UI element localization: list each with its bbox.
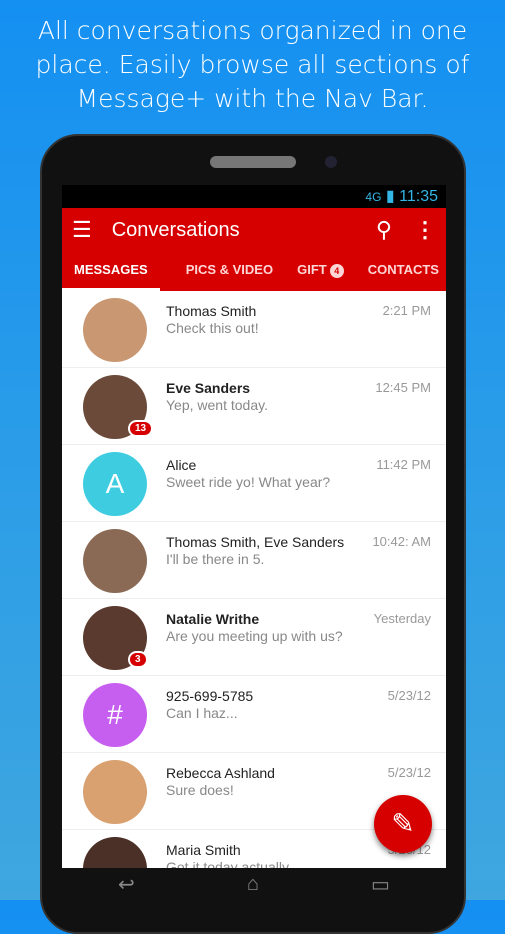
screen: 4G ▮ 11:35 ☰ Conversations ⚲ ⋮ MESSAGES … bbox=[62, 185, 446, 868]
recents-icon[interactable]: ▭ bbox=[371, 872, 390, 897]
contact-name: Thomas Smith bbox=[166, 303, 257, 319]
avatar: # bbox=[83, 683, 147, 747]
contact-name: Rebecca Ashland bbox=[166, 765, 275, 781]
contact-name: Alice bbox=[166, 457, 197, 473]
compose-button[interactable]: ✎ bbox=[374, 795, 432, 853]
menu-icon[interactable]: ☰ bbox=[72, 217, 92, 243]
tab-bar: MESSAGES PICS & VIDEO GIFT 4 CONTACTS bbox=[62, 252, 446, 291]
message-time: 10:42: AM bbox=[372, 534, 431, 549]
avatar-initial: A bbox=[105, 468, 125, 499]
contact-name: Maria Smith bbox=[166, 842, 241, 858]
avatar-initial: # bbox=[107, 699, 123, 730]
message-time: 11:42 PM bbox=[376, 457, 431, 472]
message-time: Yesterday bbox=[373, 611, 431, 626]
message-time: 2:21 PM bbox=[382, 303, 431, 318]
home-icon[interactable]: ⌂ bbox=[247, 873, 259, 896]
avatar bbox=[83, 837, 147, 868]
tab-label: MESSAGES bbox=[74, 262, 148, 277]
tab-label: CONTACTS bbox=[367, 262, 439, 277]
network-icon: 4G bbox=[365, 190, 382, 204]
speaker bbox=[210, 156, 296, 168]
status-bar: 4G ▮ 11:35 bbox=[62, 185, 446, 208]
headline: All conversations organized in one place… bbox=[35, 16, 470, 113]
message-preview: Are you meeting up with us? bbox=[166, 628, 343, 644]
message-preview: Sure does! bbox=[166, 782, 234, 798]
message-preview: Yep, went today. bbox=[166, 397, 268, 413]
gift-badge: 4 bbox=[329, 264, 344, 278]
conversation-row[interactable]: 13 Eve Sanders Yep, went today. 12:45 PM bbox=[62, 368, 446, 445]
status-time: 11:35 bbox=[399, 188, 438, 205]
contact-name: 925-699-5785 bbox=[166, 688, 254, 704]
message-preview: Can I haz... bbox=[166, 705, 238, 721]
conversation-row[interactable]: Thomas Smith, Eve Sanders I'll be there … bbox=[62, 522, 446, 599]
conversation-row[interactable]: 3 Natalie Writhe Are you meeting up with… bbox=[62, 599, 446, 676]
more-options-icon[interactable]: ⋮ bbox=[414, 217, 436, 243]
contact-name: Thomas Smith, Eve Sanders bbox=[166, 534, 345, 550]
message-preview: Check this out! bbox=[166, 320, 259, 336]
avatar: A bbox=[83, 452, 147, 516]
camera bbox=[325, 156, 337, 168]
message-preview: Got it today actually bbox=[166, 859, 289, 868]
unread-badge: 13 bbox=[128, 420, 154, 437]
conversation-row[interactable]: # 925-699-5785 Can I haz... 5/23/12 bbox=[62, 676, 446, 753]
unread-badge: 3 bbox=[128, 651, 148, 668]
tab-label: GIFT bbox=[297, 262, 327, 277]
tab-gift[interactable]: GIFT 4 bbox=[285, 252, 356, 291]
signal-icon: ▮ bbox=[385, 188, 395, 205]
contact-name: Eve Sanders bbox=[166, 380, 251, 396]
avatar bbox=[83, 298, 147, 362]
tab-messages[interactable]: MESSAGES bbox=[62, 252, 160, 291]
message-time: 12:45 PM bbox=[375, 380, 431, 395]
message-preview: Sweet ride yo! What year? bbox=[166, 474, 331, 490]
tab-contacts[interactable]: CONTACTS bbox=[356, 252, 446, 291]
tab-pics-video[interactable]: PICS & VIDEO bbox=[174, 252, 285, 291]
message-time: 5/23/12 bbox=[387, 688, 431, 703]
avatar bbox=[83, 760, 147, 824]
contact-name: Natalie Writhe bbox=[166, 611, 260, 627]
message-preview: I'll be there in 5. bbox=[166, 551, 265, 567]
tab-label: PICS & VIDEO bbox=[185, 262, 274, 277]
conversation-list: Thomas Smith Check this out! 2:21 PM 13 … bbox=[62, 291, 446, 868]
back-icon[interactable]: ↩ bbox=[118, 872, 135, 897]
search-icon[interactable]: ⚲ bbox=[376, 217, 392, 243]
conversation-row[interactable]: A Alice Sweet ride yo! What year? 11:42 … bbox=[62, 445, 446, 522]
system-nav-bar: ↩ ⌂ ▭ bbox=[62, 868, 446, 900]
pencil-icon: ✎ bbox=[391, 808, 415, 839]
avatar bbox=[83, 529, 147, 593]
page-title: Conversations bbox=[111, 218, 240, 241]
conversation-row[interactable]: Thomas Smith Check this out! 2:21 PM bbox=[62, 291, 446, 368]
message-time: 5/23/12 bbox=[387, 765, 431, 780]
app-bar: ☰ Conversations ⚲ ⋮ bbox=[62, 208, 446, 252]
